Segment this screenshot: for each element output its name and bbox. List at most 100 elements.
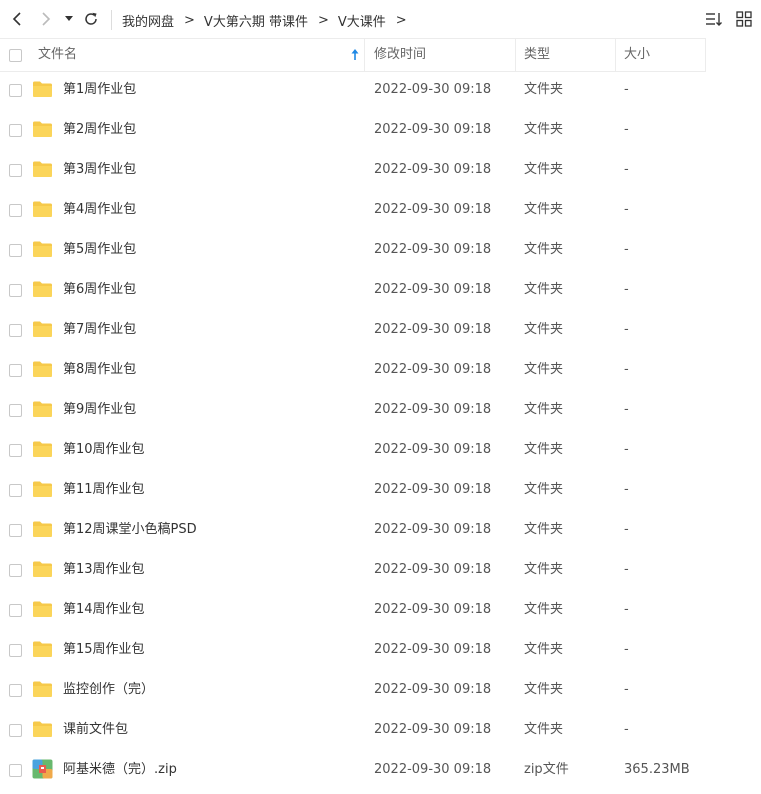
file-type: 文件夹 bbox=[524, 202, 564, 217]
file-type: 文件夹 bbox=[524, 322, 564, 337]
file-name[interactable]: 第12周课堂小色稿PSD bbox=[63, 510, 197, 550]
file-type: 文件夹 bbox=[524, 642, 564, 657]
row-checkbox[interactable] bbox=[9, 324, 22, 337]
file-modified: 2022-09-30 09:18 bbox=[374, 362, 492, 377]
row-checkbox[interactable] bbox=[9, 284, 22, 297]
row-checkbox[interactable] bbox=[9, 604, 22, 617]
file-row[interactable]: 第10周作业包 2022-09-30 09:18 文件夹 - bbox=[0, 430, 761, 470]
file-name[interactable]: 第8周作业包 bbox=[63, 350, 136, 390]
file-row[interactable]: 监控创作（完） 2022-09-30 09:18 文件夹 - bbox=[0, 670, 761, 710]
refresh-button[interactable] bbox=[80, 8, 102, 30]
folder-icon bbox=[33, 121, 52, 137]
file-row[interactable]: 第12周课堂小色稿PSD 2022-09-30 09:18 文件夹 - bbox=[0, 510, 761, 550]
folder-icon bbox=[33, 441, 52, 457]
file-size: - bbox=[624, 82, 629, 97]
file-row[interactable]: 第15周作业包 2022-09-30 09:18 文件夹 - bbox=[0, 630, 761, 670]
file-type: 文件夹 bbox=[524, 442, 564, 457]
file-row[interactable]: 第13周作业包 2022-09-30 09:18 文件夹 - bbox=[0, 550, 761, 590]
select-all-checkbox[interactable] bbox=[9, 49, 22, 62]
file-name[interactable]: 第1周作业包 bbox=[63, 70, 136, 110]
row-checkbox[interactable] bbox=[9, 444, 22, 457]
file-modified: 2022-09-30 09:18 bbox=[374, 122, 492, 137]
file-name[interactable]: 第2周作业包 bbox=[63, 110, 136, 150]
file-name[interactable]: 监控创作（完） bbox=[63, 670, 154, 710]
file-row[interactable]: 第8周作业包 2022-09-30 09:18 文件夹 - bbox=[0, 350, 761, 390]
file-size: - bbox=[624, 402, 629, 417]
file-name[interactable]: 第15周作业包 bbox=[63, 630, 145, 670]
dropdown-icon bbox=[65, 16, 73, 21]
row-checkbox[interactable] bbox=[9, 524, 22, 537]
breadcrumb-current-folder[interactable]: V大课件 bbox=[338, 11, 386, 30]
file-row[interactable]: 第14周作业包 2022-09-30 09:18 文件夹 - bbox=[0, 590, 761, 630]
file-name[interactable]: 第9周作业包 bbox=[63, 390, 136, 430]
file-row[interactable]: 课前文件包 2022-09-30 09:18 文件夹 - bbox=[0, 710, 761, 750]
file-name[interactable]: 第10周作业包 bbox=[63, 430, 145, 470]
file-name[interactable]: 第4周作业包 bbox=[63, 190, 136, 230]
row-checkbox[interactable] bbox=[9, 764, 22, 777]
file-name[interactable]: 第11周作业包 bbox=[63, 470, 145, 510]
file-name[interactable]: 第5周作业包 bbox=[63, 230, 136, 270]
folder-icon bbox=[33, 81, 52, 97]
file-name[interactable]: 第3周作业包 bbox=[63, 150, 136, 190]
file-size: - bbox=[624, 202, 629, 217]
forward-button[interactable] bbox=[35, 8, 57, 30]
row-checkbox[interactable] bbox=[9, 364, 22, 377]
sort-icon[interactable] bbox=[705, 10, 723, 28]
file-size: - bbox=[624, 162, 629, 177]
row-checkbox[interactable] bbox=[9, 204, 22, 217]
file-row[interactable]: 阿基米德（完）.zip 2022-09-30 09:18 zip文件 365.23MB bbox=[0, 750, 761, 790]
header-size[interactable]: 大小 bbox=[624, 39, 650, 71]
file-modified: 2022-09-30 09:18 bbox=[374, 82, 492, 97]
row-checkbox[interactable] bbox=[9, 564, 22, 577]
toolbar: 我的网盘 > V大第六期 带课件 > V大课件 > bbox=[0, 0, 761, 40]
row-checkbox[interactable] bbox=[9, 724, 22, 737]
row-checkbox[interactable] bbox=[9, 244, 22, 257]
back-icon bbox=[12, 12, 21, 26]
file-row[interactable]: 第2周作业包 2022-09-30 09:18 文件夹 - bbox=[0, 110, 761, 150]
folder-icon bbox=[33, 361, 52, 377]
file-name[interactable]: 第7周作业包 bbox=[63, 310, 136, 350]
folder-icon bbox=[33, 201, 52, 217]
breadcrumb-separator: > bbox=[395, 12, 407, 28]
file-name[interactable]: 阿基米德（完）.zip bbox=[63, 750, 177, 790]
row-checkbox[interactable] bbox=[9, 164, 22, 177]
file-size: - bbox=[624, 282, 629, 297]
file-name[interactable]: 第13周作业包 bbox=[63, 550, 145, 590]
file-row[interactable]: 第1周作业包 2022-09-30 09:18 文件夹 - bbox=[0, 70, 761, 110]
file-row[interactable]: 第7周作业包 2022-09-30 09:18 文件夹 - bbox=[0, 310, 761, 350]
row-checkbox[interactable] bbox=[9, 484, 22, 497]
file-row[interactable]: 第4周作业包 2022-09-30 09:18 文件夹 - bbox=[0, 190, 761, 230]
grid-view-icon[interactable] bbox=[735, 10, 753, 28]
file-row[interactable]: 第3周作业包 2022-09-30 09:18 文件夹 - bbox=[0, 150, 761, 190]
row-checkbox[interactable] bbox=[9, 684, 22, 697]
header-name[interactable]: 文件名 bbox=[38, 39, 77, 71]
header-modified[interactable]: 修改时间 bbox=[374, 39, 426, 71]
history-dropdown-button[interactable] bbox=[61, 8, 77, 30]
file-row[interactable]: 第5周作业包 2022-09-30 09:18 文件夹 - bbox=[0, 230, 761, 270]
file-name[interactable]: 第14周作业包 bbox=[63, 590, 145, 630]
row-checkbox[interactable] bbox=[9, 84, 22, 97]
file-name[interactable]: 第6周作业包 bbox=[63, 270, 136, 310]
file-type: 文件夹 bbox=[524, 522, 564, 537]
file-size: - bbox=[624, 362, 629, 377]
row-checkbox[interactable] bbox=[9, 124, 22, 137]
back-button[interactable] bbox=[6, 8, 28, 30]
breadcrumb-my-drive[interactable]: 我的网盘 bbox=[122, 11, 174, 30]
folder-icon bbox=[33, 281, 52, 297]
file-size: - bbox=[624, 242, 629, 257]
row-checkbox[interactable] bbox=[9, 404, 22, 417]
header-type[interactable]: 类型 bbox=[524, 39, 550, 71]
file-type: 文件夹 bbox=[524, 722, 564, 737]
breadcrumb-course-folder[interactable]: V大第六期 带课件 bbox=[204, 11, 308, 30]
header-divider bbox=[705, 39, 706, 71]
file-row[interactable]: 第9周作业包 2022-09-30 09:18 文件夹 - bbox=[0, 390, 761, 430]
file-row[interactable]: 第6周作业包 2022-09-30 09:18 文件夹 - bbox=[0, 270, 761, 310]
file-name[interactable]: 课前文件包 bbox=[63, 710, 128, 750]
file-modified: 2022-09-30 09:18 bbox=[374, 762, 492, 777]
breadcrumb-separator: > bbox=[317, 12, 329, 28]
header-divider bbox=[615, 39, 616, 71]
file-size: - bbox=[624, 322, 629, 337]
file-modified: 2022-09-30 09:18 bbox=[374, 722, 492, 737]
row-checkbox[interactable] bbox=[9, 644, 22, 657]
file-row[interactable]: 第11周作业包 2022-09-30 09:18 文件夹 - bbox=[0, 470, 761, 510]
